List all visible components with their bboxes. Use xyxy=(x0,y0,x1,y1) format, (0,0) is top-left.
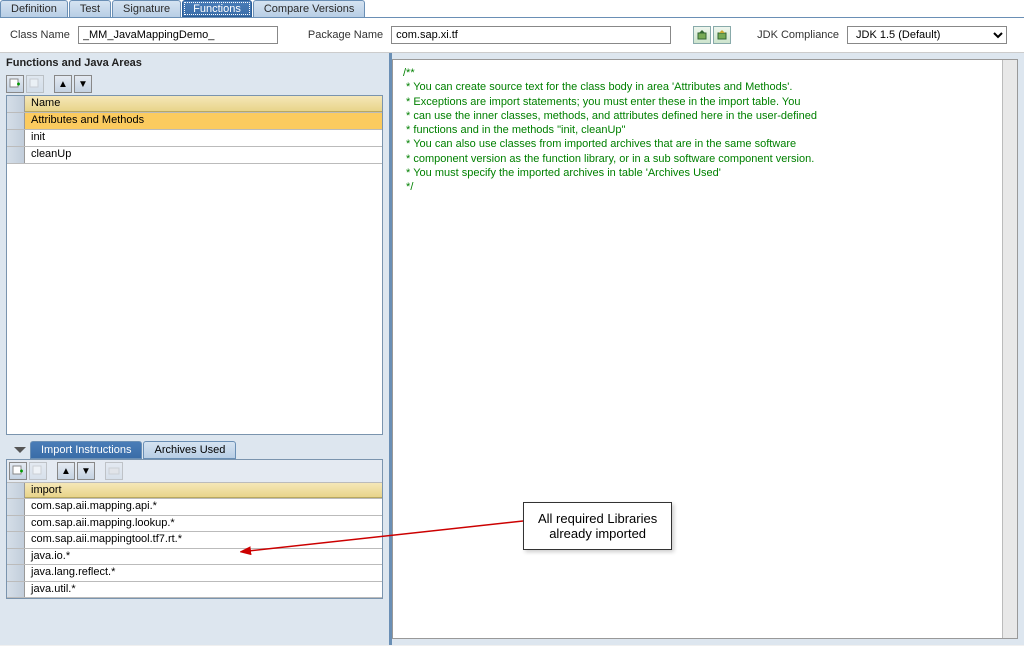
import-row[interactable]: java.lang.reflect.* xyxy=(7,565,382,581)
code-line: * You can also use classes from imported… xyxy=(403,137,1007,151)
add-function-button[interactable] xyxy=(6,75,24,93)
tab-import-instructions[interactable]: Import Instructions xyxy=(30,441,142,459)
code-area[interactable]: /** * You can create source text for the… xyxy=(393,60,1017,638)
move-down-button[interactable]: ▼ xyxy=(74,75,92,93)
chevron-down-icon[interactable] xyxy=(14,447,26,453)
move-up-button[interactable]: ▲ xyxy=(54,75,72,93)
annotation-line1: All required Libraries xyxy=(538,511,657,526)
annotation-line2: already imported xyxy=(538,526,657,541)
function-row-cleanup[interactable]: cleanUp xyxy=(7,147,382,164)
code-line: * component version as the function libr… xyxy=(403,152,1007,166)
annotation-callout: All required Libraries already imported xyxy=(523,502,672,550)
code-line: * You can create source text for the cla… xyxy=(403,80,1007,94)
jdk-compliance-select[interactable]: JDK 1.5 (Default) xyxy=(847,26,1007,44)
import-row[interactable]: java.io.* xyxy=(7,549,382,565)
code-line: */ xyxy=(403,180,1007,194)
code-line: * functions and in the methods "init, cl… xyxy=(403,123,1007,137)
import-move-down-button[interactable]: ▼ xyxy=(77,462,95,480)
tab-definition[interactable]: Definition xyxy=(0,0,68,17)
function-row-attributes[interactable]: Attributes and Methods xyxy=(7,113,382,130)
import-column-header[interactable]: import xyxy=(25,483,382,498)
functions-list: Name Attributes and Methods init cleanUp xyxy=(6,95,383,435)
functions-section-title: Functions and Java Areas xyxy=(0,53,389,73)
delete-function-button xyxy=(26,75,44,93)
import-row[interactable]: com.sap.aii.mapping.lookup.* xyxy=(7,516,382,532)
tab-signature[interactable]: Signature xyxy=(112,0,181,17)
code-line: /** xyxy=(403,66,1007,80)
jdk-compliance-label: JDK Compliance xyxy=(757,29,839,41)
imports-toolbar: ▲ ▼ xyxy=(7,460,382,483)
import-move-up-button[interactable]: ▲ xyxy=(57,462,75,480)
functions-toolbar: ▲ ▼ xyxy=(0,73,389,95)
class-name-input[interactable] xyxy=(78,26,278,44)
code-line: * can use the inner classes, methods, an… xyxy=(403,109,1007,123)
archive-add-icon[interactable] xyxy=(693,26,711,44)
functions-column-header[interactable]: Name xyxy=(25,96,382,112)
delete-import-button xyxy=(29,462,47,480)
tab-archives-used[interactable]: Archives Used xyxy=(143,441,236,459)
imports-box: ▲ ▼ import com.sap.aii.mapping.api.* com… xyxy=(6,459,383,599)
package-name-input[interactable] xyxy=(391,26,671,44)
top-tab-bar: Definition Test Signature Functions Comp… xyxy=(0,0,1024,18)
archive-refresh-icon[interactable] xyxy=(713,26,731,44)
package-name-label: Package Name xyxy=(308,29,383,41)
import-row[interactable]: java.util.* xyxy=(7,582,382,598)
import-row[interactable]: com.sap.aii.mappingtool.tf7.rt.* xyxy=(7,532,382,548)
import-row[interactable]: com.sap.aii.mapping.api.* xyxy=(7,499,382,515)
add-import-button[interactable] xyxy=(9,462,27,480)
vertical-scrollbar[interactable] xyxy=(1002,60,1017,638)
header-row: Class Name Package Name JDK Compliance J… xyxy=(0,18,1024,53)
tab-functions[interactable]: Functions xyxy=(182,0,252,17)
function-row-init[interactable]: init xyxy=(7,130,382,147)
code-line: * You must specify the imported archives… xyxy=(403,166,1007,180)
code-line: * Exceptions are import statements; you … xyxy=(403,95,1007,109)
left-panel: Functions and Java Areas ▲ ▼ Name Attrib… xyxy=(0,53,392,645)
bottom-tab-bar: Import Instructions Archives Used xyxy=(0,441,389,459)
class-name-label: Class Name xyxy=(10,29,70,41)
tab-test[interactable]: Test xyxy=(69,0,111,17)
import-extra-button xyxy=(105,462,123,480)
code-editor-panel: /** * You can create source text for the… xyxy=(392,59,1018,639)
tab-compare-versions[interactable]: Compare Versions xyxy=(253,0,366,17)
